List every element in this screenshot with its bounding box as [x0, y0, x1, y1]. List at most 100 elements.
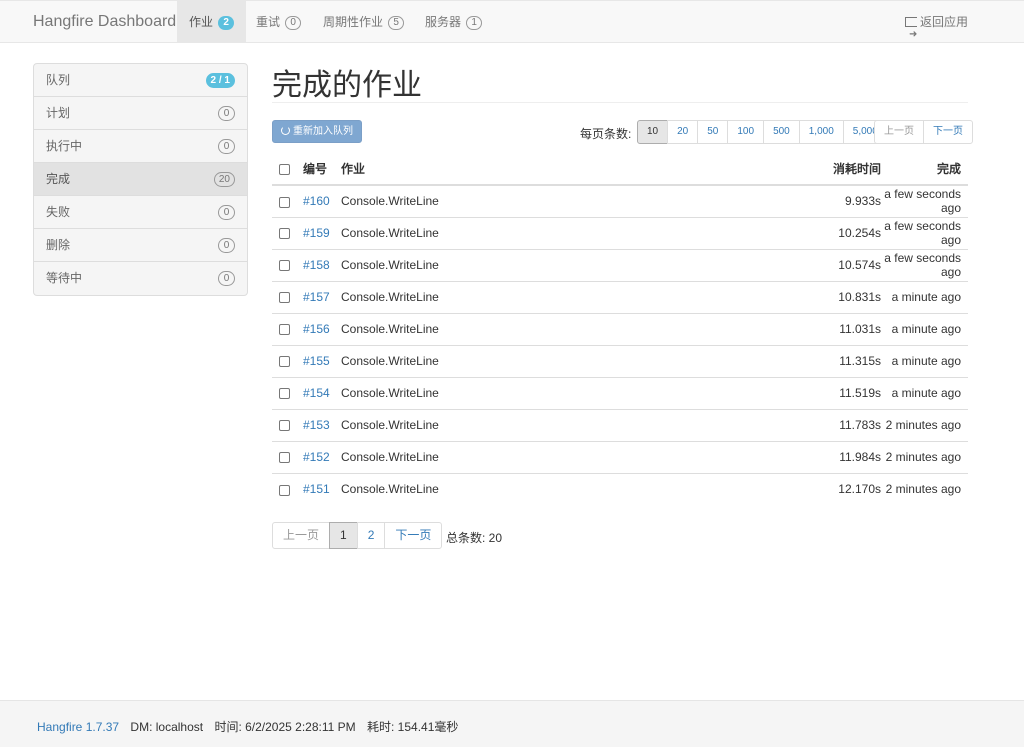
- version-link[interactable]: Hangfire 1.7.37: [37, 720, 119, 734]
- back-to-site-label: 返回应用: [919, 15, 968, 29]
- sidebar-item-failed[interactable]: 失败 0: [34, 196, 247, 229]
- job-duration: 11.783s: [761, 408, 881, 441]
- job-name: Console.WriteLine: [341, 280, 761, 313]
- column-header-job: 作业: [341, 153, 761, 186]
- page-button[interactable]: 2: [356, 522, 386, 549]
- job-completed: a few seconds ago: [881, 216, 968, 249]
- nav-servers-label: 服务器: [425, 15, 462, 29]
- table-row: #155 Console.WriteLine 11.315s a minute ago: [272, 344, 968, 377]
- table-row: #159 Console.WriteLine 10.254s a few second…: [272, 216, 968, 249]
- row-checkbox[interactable]: [279, 292, 290, 304]
- sidebar-item-label: 删除: [46, 238, 71, 252]
- job-id-link[interactable]: #160: [303, 194, 330, 208]
- nav-jobs[interactable]: 作业 2: [177, 1, 246, 43]
- row-checkbox[interactable]: [279, 260, 290, 272]
- table-row: #154 Console.WriteLine 11.519s a minute ago: [272, 376, 968, 409]
- nav-recurring[interactable]: 周期性作业 5: [311, 1, 416, 43]
- job-completed: a minute ago: [881, 344, 968, 377]
- sidebar-item-scheduled[interactable]: 计划 0: [34, 97, 247, 130]
- nav-jobs-badge: 2: [218, 16, 234, 30]
- prev-page-button[interactable]: 上一页: [874, 120, 924, 144]
- per-page-option[interactable]: 50: [697, 120, 729, 144]
- per-page-option[interactable]: 1,000: [798, 120, 844, 144]
- job-id-link[interactable]: #157: [303, 290, 330, 304]
- job-name: Console.WriteLine: [341, 194, 439, 209]
- job-name: Console.WriteLine: [341, 440, 761, 473]
- job-id-link[interactable]: #158: [303, 258, 330, 272]
- job-duration: 12.170s: [761, 472, 881, 505]
- footer: Hangfire 1.7.37 DM: localhost 时间: 6/2/20…: [0, 700, 1024, 747]
- next-page-button[interactable]: 下一页: [923, 120, 973, 144]
- job-name: Console.WriteLine: [341, 344, 761, 377]
- job-completed: a few seconds ago: [884, 187, 961, 216]
- job-id-link[interactable]: #154: [303, 386, 330, 400]
- brand-link[interactable]: Hangfire Dashboard: [33, 13, 176, 31]
- sidebar-item-deleted[interactable]: 删除 0: [34, 229, 247, 262]
- per-page-label: 每页条数:: [580, 127, 632, 141]
- sidebar-item-label: 执行中: [46, 139, 83, 153]
- nav-retries-label: 重试: [256, 15, 281, 29]
- column-header-id: 编号: [303, 153, 341, 186]
- page-title: 完成的作业: [272, 69, 422, 102]
- bottom-pager: 上一页 1 2 下一页: [272, 522, 443, 549]
- back-to-site-link[interactable]: 返回应用: [904, 1, 968, 56]
- sidebar-item-label: 计划: [46, 106, 71, 120]
- job-name: Console.WriteLine: [341, 472, 761, 505]
- page-button[interactable]: 1: [329, 522, 358, 549]
- nav-retries-badge: 0: [285, 16, 301, 30]
- job-name: Console.WriteLine: [341, 408, 761, 441]
- per-page-option[interactable]: 20: [667, 120, 699, 144]
- select-all-checkbox[interactable]: [279, 163, 290, 175]
- sidebar-item-enqueued[interactable]: 队列 2 / 1: [34, 64, 247, 97]
- table-row: #152 Console.WriteLine 11.984s 2 minutes ag…: [272, 440, 968, 473]
- job-duration: 9.933s: [844, 194, 881, 209]
- sidebar-item-label: 失败: [46, 205, 71, 219]
- job-completed: 2 minutes ago: [881, 472, 968, 505]
- sidebar-item-badge: 0: [218, 271, 235, 286]
- job-name: Console.WriteLine: [341, 312, 761, 345]
- nav-recurring-badge: 5: [388, 16, 404, 30]
- per-page-option[interactable]: 10: [637, 120, 669, 144]
- sidebar: 队列 2 / 1 计划 0 执行中 0 完成 20 失败 0 删除 0 等待中 …: [33, 63, 248, 296]
- row-checkbox[interactable]: [279, 228, 290, 240]
- row-checkbox[interactable]: [279, 388, 290, 400]
- top-navbar: Hangfire Dashboard 作业 2 重试 0 周期性作业 5 服务器…: [0, 0, 1024, 56]
- job-duration: 11.519s: [761, 376, 881, 409]
- storage-info: DM: localhost: [130, 720, 204, 734]
- row-checkbox[interactable]: [279, 420, 290, 432]
- refresh-icon: [281, 126, 290, 135]
- per-page-option[interactable]: 100: [727, 120, 765, 144]
- job-id-link[interactable]: #155: [303, 354, 330, 368]
- row-checkbox[interactable]: [279, 324, 290, 336]
- nav-retries[interactable]: 重试 0: [244, 1, 313, 43]
- sidebar-item-label: 等待中: [46, 271, 83, 285]
- nav-servers[interactable]: 服务器 1: [413, 1, 494, 43]
- per-page-option[interactable]: 500: [763, 120, 800, 144]
- sidebar-item-badge: 2 / 1: [205, 73, 235, 88]
- job-id-link[interactable]: #156: [303, 322, 330, 336]
- job-id-link[interactable]: #151: [303, 482, 330, 496]
- nav-jobs-label: 作业: [189, 15, 214, 29]
- row-checkbox[interactable]: [279, 356, 290, 368]
- table-row: #157 Console.WriteLine 10.831s a minute ago: [272, 280, 968, 313]
- title-divider: [272, 102, 968, 103]
- sidebar-item-awaiting[interactable]: 等待中 0: [34, 262, 247, 295]
- requeue-button[interactable]: 重新加入队列: [272, 120, 362, 143]
- sidebar-item-succeeded[interactable]: 完成 20: [34, 163, 247, 196]
- prev-page-button[interactable]: 上一页: [272, 522, 331, 549]
- job-id-link[interactable]: #153: [303, 418, 330, 432]
- total-count: 总条数: 20: [446, 531, 503, 545]
- job-completed: 2 minutes ago: [881, 440, 968, 473]
- table-row: #160 Console.WriteLine 9.933s a few seconds…: [272, 185, 968, 217]
- job-name: Console.WriteLine: [341, 216, 761, 249]
- job-id-link[interactable]: #159: [303, 226, 330, 240]
- row-checkbox[interactable]: [279, 484, 290, 496]
- next-page-button[interactable]: 下一页: [384, 522, 443, 549]
- sidebar-item-processing[interactable]: 执行中 0: [34, 130, 247, 163]
- job-completed: a minute ago: [881, 312, 968, 345]
- table-row: #156 Console.WriteLine 11.031s a minute ago: [272, 312, 968, 345]
- job-id-link[interactable]: #152: [303, 450, 330, 464]
- job-duration: 10.254s: [761, 216, 881, 249]
- row-checkbox[interactable]: [279, 452, 290, 464]
- row-checkbox[interactable]: [279, 196, 290, 208]
